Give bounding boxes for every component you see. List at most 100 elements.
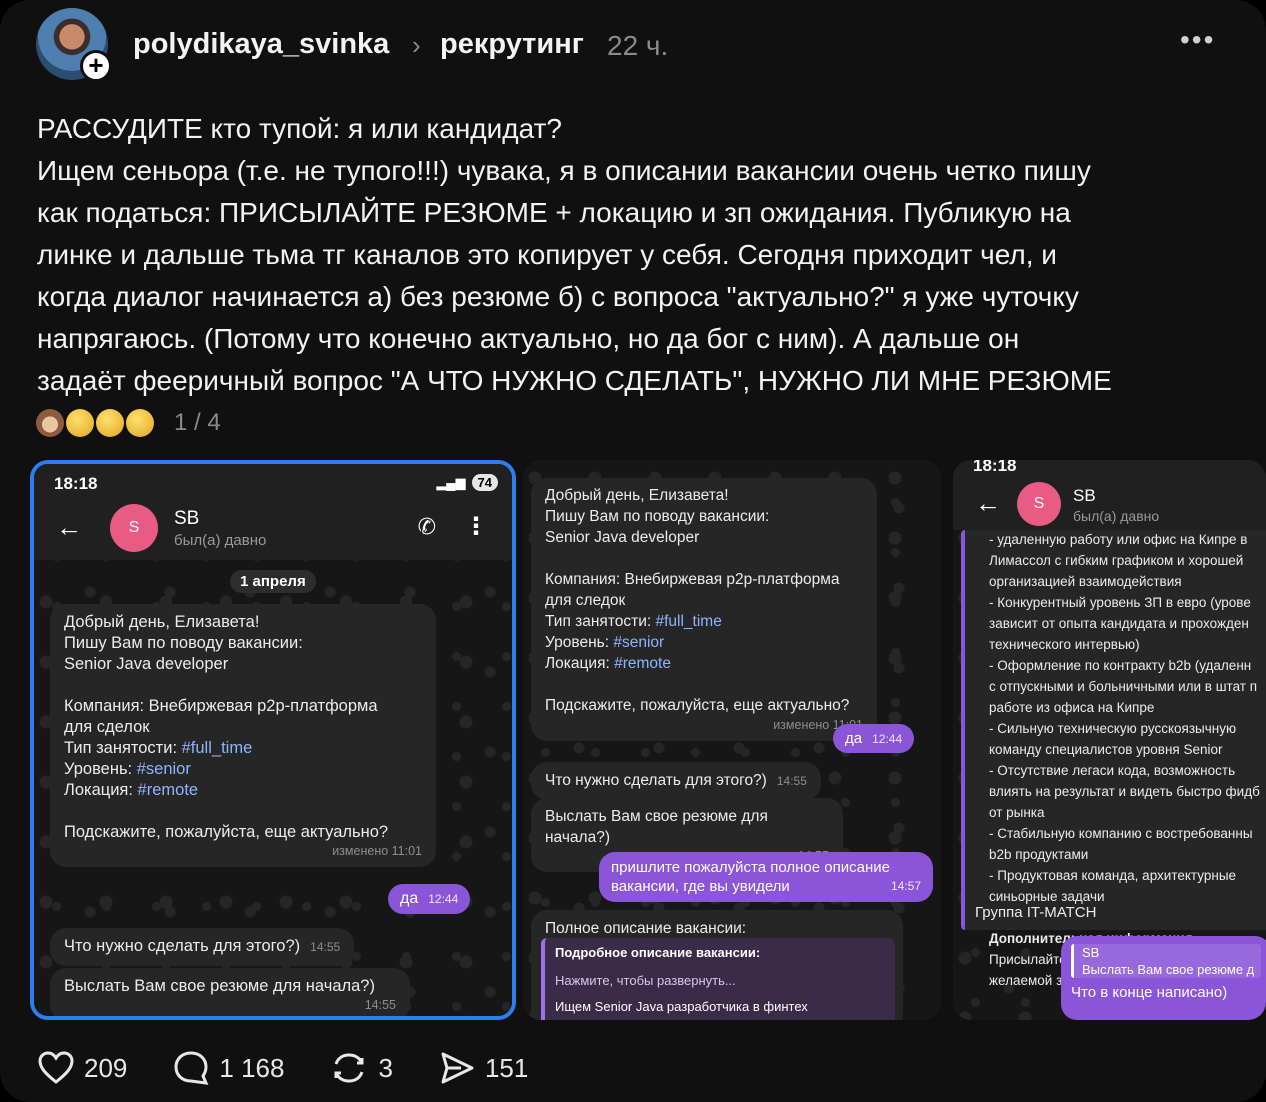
outgoing-message: да 12:44 (833, 724, 915, 753)
share-button[interactable]: 151 (439, 1050, 528, 1086)
field-label: Уровень: (64, 760, 137, 778)
thinking-face-icon (96, 409, 124, 437)
chevron-right-icon: › (412, 30, 421, 60)
message-line: работе из офиса на Кипре (989, 700, 1155, 715)
topic-link[interactable]: рекрутинг (440, 28, 584, 61)
message-time: 14:55 (310, 940, 341, 954)
zany-face-icon (66, 409, 94, 437)
reply-text: Что в конце написано) (1071, 984, 1228, 1001)
kebab-menu-icon: ⋮ (464, 513, 488, 540)
post-card: + polydikaya_svinka › рекрутинг 22 ч. ••… (0, 0, 1266, 1102)
post-text: РАССУДИТЕ кто тупой: я или кандидат? Ище… (37, 108, 1237, 402)
outgoing-message: SB Выслать Вам свое резюме д Что в конце… (1061, 936, 1266, 1020)
message-line: организацией взаимодействия (989, 574, 1182, 589)
message-line: технического интервью) (989, 637, 1140, 652)
message-line (64, 801, 422, 822)
contact-avatar: S (110, 504, 158, 552)
message-line: Компания: Внебиржевая p2p-платформа (64, 697, 378, 715)
message-line (545, 549, 863, 570)
message-line: Локация: #remote (545, 654, 863, 675)
action-bar: 209 1 168 3 151 (38, 1048, 574, 1088)
reply-sender: SB (1082, 945, 1100, 960)
chat-header: 18:18 ← S SB был(а) давно (953, 460, 1266, 530)
message-line: Полное описание вакансии: (545, 920, 747, 937)
incoming-message: Добрый день, Елизавета! Пишу Вам по пово… (50, 604, 436, 867)
edited-label: изменено 11:01 (773, 718, 863, 732)
message-line: вакансии, где вы увидели 14:57 (611, 877, 921, 896)
quote-title: Подробное описание вакансии: (555, 945, 761, 960)
message-text: вакансии, где вы увидели (611, 878, 790, 895)
group-name: Группа IT-MATCH (975, 904, 1097, 921)
post-line: задаёт фееричный вопрос "А ЧТО НУЖНО СДЕ… (37, 365, 1112, 396)
message-line: - Оформление по контракту b2b (удаленн (989, 658, 1252, 673)
incoming-message: Добрый день, Елизавета! Пишу Вам по пово… (531, 478, 877, 741)
hashtag-link: #full_time (655, 613, 722, 630)
message-line: Пишу Вам по поводу вакансии: (64, 634, 303, 652)
reply-text: да (845, 730, 863, 747)
message-line: Подскажите, пожалуйста, еще актуально? (545, 697, 850, 714)
message-time: 14:55 (776, 774, 807, 788)
comment-button[interactable]: 1 168 (173, 1050, 284, 1086)
message-line: Компания: Внебиржевая p2p-платформа (545, 571, 840, 588)
message-time: 14:55 (364, 998, 396, 1012)
like-button[interactable]: 209 (38, 1051, 127, 1085)
message-line: - Отсутствие легаси кода, возможность (989, 763, 1236, 778)
message-line: Senior Java developer (64, 655, 229, 673)
message-line: Добрый день, Елизавета! (545, 487, 729, 504)
contact-status: был(а) давно (174, 532, 267, 549)
message-text: Что нужно сделать для этого?) (64, 937, 301, 955)
message-line: Локация: #remote (64, 780, 422, 801)
message-line: влиять на результат и видеть быстро фидб (989, 784, 1260, 799)
post-line: линке и дальше тьма тг каналов это копир… (37, 239, 1057, 270)
edited-label: изменено 11:01 (332, 844, 422, 858)
message-line: - Стабильную компанию с востребованны (989, 826, 1253, 841)
phone-icon: ✆ (417, 514, 436, 539)
message-line: Лимассол с гибким графиком и хорошей (989, 553, 1244, 568)
field-label: Тип занятости: (545, 613, 656, 630)
comment-count: 1 168 (219, 1052, 285, 1083)
message-line: - Сильную техническую русскоязычную (989, 721, 1237, 736)
quoted-description[interactable]: Подробное описание вакансии: Нажмите, чт… (541, 938, 895, 1020)
message-line: зависит от опыта кандидата и прохожден (989, 616, 1249, 631)
hashtag-link: #remote (137, 781, 199, 799)
contact-status: был(а) давно (1073, 508, 1160, 524)
incoming-message: - удаленную работу или офис на Кипре в Л… (961, 530, 1266, 988)
emoji-row: 1 / 4 (36, 402, 221, 444)
attachment-image-3[interactable]: 18:18 ← S SB был(а) давно - удаленную ра… (953, 460, 1266, 1020)
message-line: Тип занятости: #full_time (64, 738, 422, 759)
message-text: Выслать Вам свое резюме для начала?) (64, 977, 375, 995)
attachment-image-2[interactable]: Добрый день, Елизавета! Пишу Вам по пово… (523, 460, 941, 1020)
back-arrow-icon: ← (56, 512, 82, 542)
hashtag-link: #remote (614, 655, 671, 672)
back-arrow-icon: ← (975, 488, 1001, 518)
repost-button[interactable]: 3 (330, 1050, 393, 1086)
message-line: для следок (545, 592, 626, 609)
post-line: как податься: ПРИСЫЛАЙТЕ РЕЗЮМЕ + локаци… (37, 197, 1071, 228)
reply-time: 14:57 (890, 879, 921, 893)
field-label: Тип занятости: (64, 739, 182, 757)
message-line: Добрый день, Елизавета! (64, 613, 260, 631)
contact-avatar: S (1017, 482, 1061, 526)
share-count: 151 (484, 1052, 529, 1083)
incoming-message: Что нужно сделать для этого?) 14:55 (531, 762, 821, 800)
follow-plus-icon[interactable]: + (80, 50, 112, 82)
message-line: Подскажите, пожалуйста, еще актуально? (64, 823, 389, 841)
incoming-message: Выслать Вам свое резюме для начала?) 14:5… (50, 968, 410, 1016)
status-clock: 18:18 (973, 460, 1017, 475)
field-label: Уровень: (545, 634, 614, 651)
outgoing-message: пришлите пожалуйста полное описание вака… (599, 852, 933, 902)
outgoing-message: да 12:44 (388, 884, 471, 914)
post-time: 22 ч. (607, 30, 669, 61)
post-line: РАССУДИТЕ кто тупой: я или кандидат? (37, 113, 562, 144)
reply-quote: Выслать Вам свое резюме д (1082, 962, 1255, 977)
like-count: 209 (84, 1052, 128, 1083)
message-line: пришлите пожалуйста полное описание (611, 859, 890, 876)
more-horizontal-icon[interactable]: ••• (1180, 24, 1215, 56)
attachment-image-1[interactable]: 18:18 ▂▄▆ 74 ← S SB был(а) давно ✆ ⋮ 1 а… (30, 460, 516, 1020)
author-username[interactable]: polydikaya_svinka (133, 28, 389, 61)
message-line: от рынка (989, 805, 1045, 820)
post-line: напрягаюсь. (Потому что конечно актуальн… (37, 323, 1020, 354)
status-icons: ▂▄▆ 74 (436, 474, 498, 491)
hashtag-link: #senior (136, 760, 191, 778)
reply-time: 12:44 (428, 892, 459, 906)
